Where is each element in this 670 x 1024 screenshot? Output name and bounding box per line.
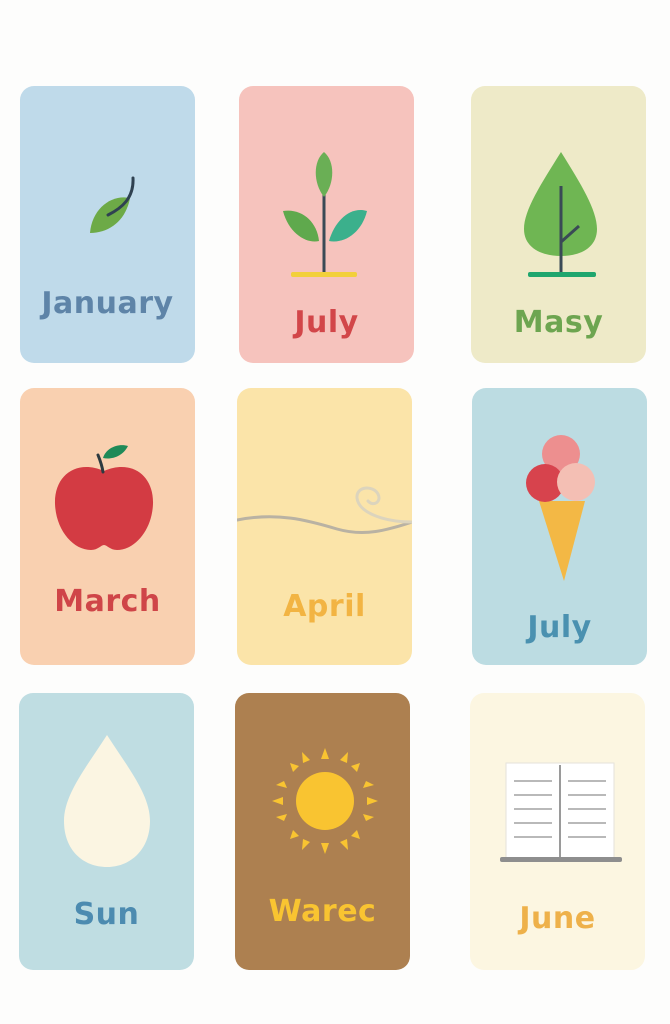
month-card-july-2[interactable]: July (472, 388, 647, 665)
card-label: April (283, 589, 366, 624)
month-card-january[interactable]: January (20, 86, 195, 363)
book-icon (500, 762, 622, 862)
card-label: January (41, 286, 174, 321)
month-card-sun[interactable]: Sun (19, 693, 194, 970)
month-card-masy[interactable]: Masy (471, 86, 646, 363)
card-label: Sun (73, 897, 140, 932)
card-background (20, 388, 195, 665)
card-label: July (294, 305, 359, 340)
card-label: Masy (513, 305, 604, 340)
card-label: March (54, 584, 161, 619)
card-label: July (527, 610, 592, 645)
card-label: June (519, 901, 596, 936)
month-card-june[interactable]: June (470, 693, 645, 970)
month-card-april[interactable]: April (237, 388, 412, 665)
card-background (20, 86, 195, 363)
month-card-warec[interactable]: Warec (235, 693, 410, 970)
card-label: Warec (268, 894, 377, 929)
month-card-march[interactable]: March (20, 388, 195, 665)
month-card-july[interactable]: July (239, 86, 414, 363)
